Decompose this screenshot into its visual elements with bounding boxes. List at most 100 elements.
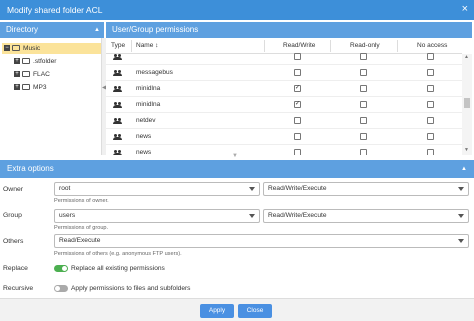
- owner-label: Owner: [3, 186, 24, 193]
- tree-item-mp3[interactable]: + MP3: [14, 82, 47, 93]
- permissions-title: User/Group permissions: [112, 25, 199, 34]
- folder-open-icon: [12, 45, 20, 52]
- chevron-down-icon: [249, 214, 255, 218]
- owner-value: root: [59, 185, 71, 192]
- checkbox-ro[interactable]: [360, 101, 367, 108]
- replace-toggle[interactable]: [54, 265, 68, 272]
- checkbox-ro[interactable]: [360, 117, 367, 124]
- row-name: netdev: [136, 117, 156, 124]
- chevron-down-icon: [458, 214, 464, 218]
- checkbox-na[interactable]: [427, 69, 434, 76]
- user-group-icon: [113, 70, 122, 76]
- collapse-chevron-icon[interactable]: ▲: [94, 22, 100, 38]
- user-group-icon: [113, 102, 122, 108]
- folder-icon: [22, 84, 30, 91]
- row-name: messagebus: [136, 69, 173, 76]
- checkbox-na[interactable]: [427, 101, 434, 108]
- close-icon[interactable]: ×: [462, 3, 468, 15]
- user-group-icon: [113, 150, 122, 155]
- checkbox-na[interactable]: [427, 149, 434, 155]
- recursive-toggle-label: Apply permissions to files and subfolder…: [71, 285, 191, 292]
- tree-item-stfolder[interactable]: + .stfolder: [14, 56, 56, 67]
- tree-item-music[interactable]: − Music: [2, 43, 101, 54]
- row-name: minidlna: [136, 85, 161, 92]
- row-name: news: [136, 149, 152, 155]
- folder-icon: [22, 71, 30, 78]
- close-button[interactable]: Close: [238, 304, 272, 318]
- table-row[interactable]: messagebus: [106, 65, 462, 81]
- row-name: minidlna: [136, 101, 161, 108]
- chevron-down-icon: [458, 239, 464, 243]
- checkbox-na[interactable]: [427, 53, 434, 60]
- tree-item-label: Music: [23, 45, 41, 52]
- table-row[interactable]: [106, 49, 462, 65]
- scroll-thumb[interactable]: [464, 98, 470, 108]
- group-permission-select[interactable]: Read/Write/Execute: [263, 209, 469, 223]
- extra-options-title: Extra options: [7, 164, 54, 173]
- scroll-down-icon[interactable]: ▼: [464, 147, 469, 153]
- owner-permission-select[interactable]: Read/Write/Execute: [263, 182, 469, 196]
- checkbox-ro[interactable]: [360, 149, 367, 155]
- dialog-title: Modify shared folder ACL: [7, 5, 103, 15]
- expand-icon[interactable]: +: [14, 84, 20, 91]
- directory-tree: − Music + .stfolder + FLAC + MP3: [0, 38, 101, 155]
- toggle-knob: [55, 286, 60, 291]
- permissions-grid: Type Name ↕ Read/Write Read-only No acce…: [106, 38, 472, 155]
- apply-button[interactable]: Apply: [200, 304, 234, 318]
- table-row[interactable]: news: [106, 145, 462, 155]
- permissions-header: User/Group permissions: [106, 22, 472, 38]
- tree-item-flac[interactable]: + FLAC: [14, 69, 50, 80]
- checkbox-rw[interactable]: [294, 69, 301, 76]
- owner-permission-value: Read/Write/Execute: [268, 185, 327, 192]
- checkbox-na[interactable]: [427, 85, 434, 92]
- collapse-chevron-icon[interactable]: ▲: [461, 160, 467, 178]
- table-row[interactable]: netdev: [106, 113, 462, 129]
- others-hint: Permissions of others (e.g. anonymous FT…: [54, 251, 182, 257]
- tree-item-label: .stfolder: [33, 58, 57, 65]
- replace-toggle-label: Replace all existing permissions: [71, 265, 165, 272]
- checkbox-rw[interactable]: [294, 133, 301, 140]
- owner-select[interactable]: root: [54, 182, 260, 196]
- group-select[interactable]: users: [54, 209, 260, 223]
- replace-label: Replace: [3, 265, 28, 272]
- others-permission-value: Read/Execute: [59, 237, 101, 244]
- table-row[interactable]: minidlna ✓: [106, 81, 462, 97]
- checkbox-rw[interactable]: ✓: [294, 85, 301, 92]
- group-permission-value: Read/Write/Execute: [268, 212, 327, 219]
- group-hint: Permissions of group.: [54, 225, 109, 231]
- checkbox-rw[interactable]: [294, 149, 301, 155]
- checkbox-rw[interactable]: [294, 117, 301, 124]
- table-row[interactable]: minidlna ✓: [106, 97, 462, 113]
- expand-icon[interactable]: +: [14, 58, 20, 65]
- resize-handle-icon[interactable]: ▼: [232, 153, 238, 159]
- extra-options-header[interactable]: Extra options ▲: [0, 160, 474, 178]
- tree-item-label: FLAC: [33, 71, 50, 78]
- scroll-up-icon[interactable]: ▲: [464, 54, 469, 60]
- checkbox-na[interactable]: [427, 133, 434, 140]
- group-value: users: [59, 212, 76, 219]
- row-name: news: [136, 133, 152, 140]
- recursive-toggle[interactable]: [54, 285, 68, 292]
- checkbox-na[interactable]: [427, 117, 434, 124]
- expand-icon[interactable]: +: [14, 71, 20, 78]
- collapse-icon[interactable]: −: [4, 45, 10, 52]
- permissions-scrollbar[interactable]: ▲ ▼: [462, 54, 472, 155]
- others-label: Others: [3, 238, 24, 245]
- table-row[interactable]: news: [106, 129, 462, 145]
- title-bar: Modify shared folder ACL ×: [0, 0, 474, 20]
- owner-hint: Permissions of owner.: [54, 198, 109, 204]
- toggle-knob: [62, 266, 67, 271]
- sort-icon[interactable]: ↕: [155, 42, 158, 49]
- checkbox-ro[interactable]: [360, 53, 367, 60]
- recursive-label: Recursive: [3, 285, 34, 292]
- checkbox-ro[interactable]: [360, 133, 367, 140]
- folder-icon: [22, 58, 30, 65]
- checkbox-rw[interactable]: ✓: [294, 101, 301, 108]
- checkbox-rw[interactable]: [294, 53, 301, 60]
- others-permission-select[interactable]: Read/Execute: [54, 234, 469, 248]
- checkbox-ro[interactable]: [360, 85, 367, 92]
- checkbox-ro[interactable]: [360, 69, 367, 76]
- user-group-icon: [113, 118, 122, 124]
- directory-header[interactable]: Directory ▲: [0, 22, 104, 38]
- user-group-icon: [113, 134, 122, 140]
